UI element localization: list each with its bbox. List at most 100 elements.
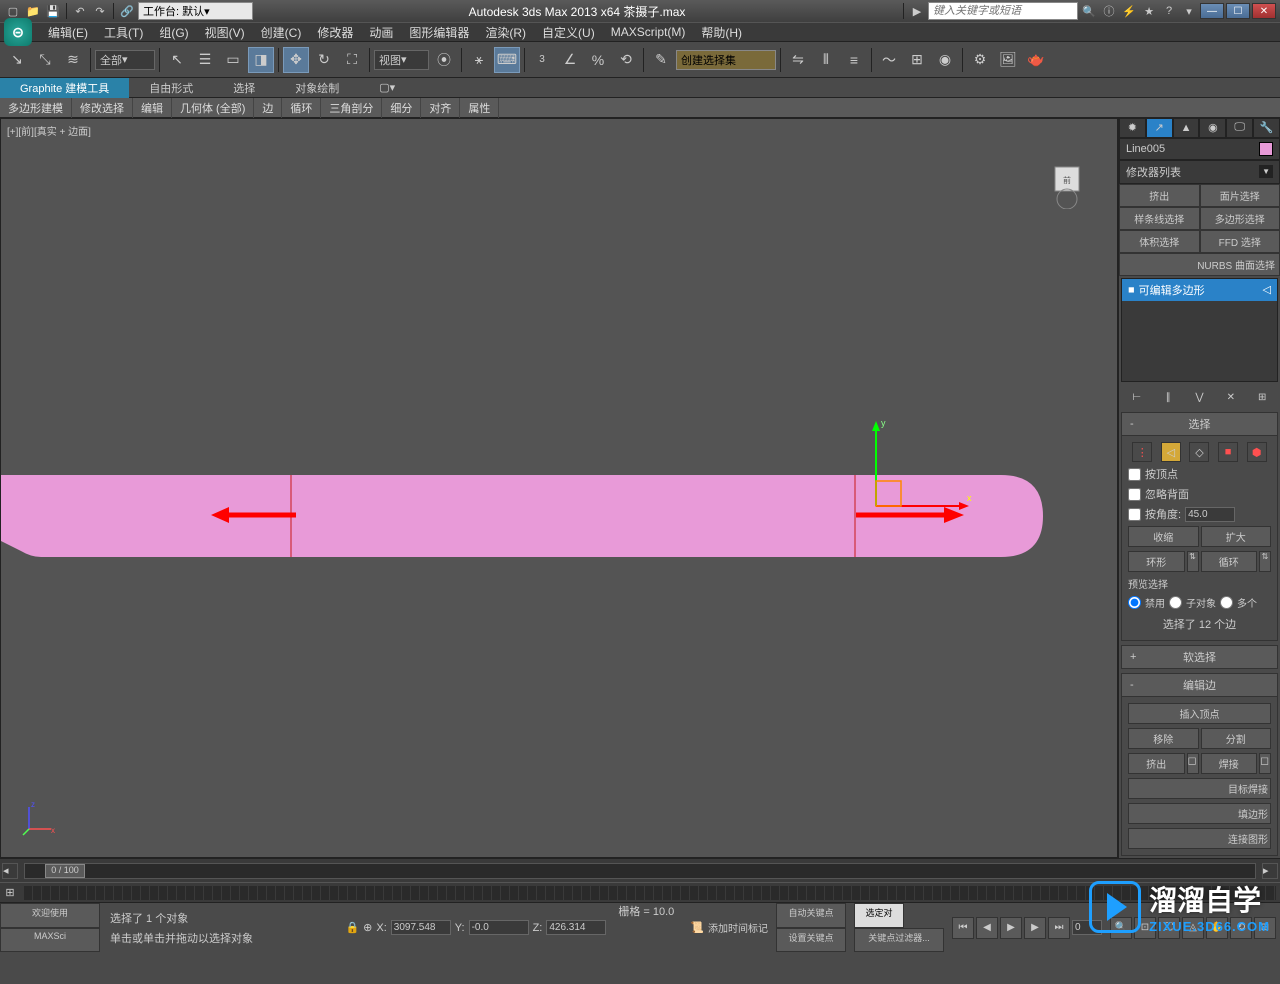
auto-key-button[interactable]: 自动关键点 xyxy=(776,903,846,928)
btn-extrude-edge[interactable]: 挤出 xyxy=(1128,753,1185,774)
goto-end-icon[interactable]: ⏭ xyxy=(1048,917,1070,939)
subobj-edge-icon[interactable]: ◁ xyxy=(1161,442,1181,462)
coord-x-input[interactable] xyxy=(391,920,451,935)
snap-toggle-icon[interactable]: 3 xyxy=(529,47,555,73)
sr-properties[interactable]: 属性 xyxy=(460,98,499,118)
select-link-icon[interactable]: ↘ xyxy=(4,47,30,73)
favorite-icon[interactable]: ★ xyxy=(1140,2,1158,20)
next-frame-icon[interactable]: ▶ xyxy=(1024,917,1046,939)
subobj-polygon-icon[interactable]: ■ xyxy=(1218,442,1238,462)
menu-create[interactable]: 创建(C) xyxy=(253,22,310,43)
unlink-icon[interactable]: ⤡ xyxy=(32,47,58,73)
viewport[interactable]: [+][前][真实 + 边面] 前 y x xyxy=(0,118,1118,858)
timeline-end-icon[interactable]: ▸ xyxy=(1262,863,1278,879)
mod-btn-patch-sel[interactable]: 面片选择 xyxy=(1200,184,1280,207)
check-ignore-back[interactable] xyxy=(1128,488,1141,501)
nav-maximize-icon[interactable]: ⊞ xyxy=(1254,917,1276,939)
select-object-icon[interactable]: ↖ xyxy=(164,47,190,73)
viewcube[interactable]: 前 xyxy=(1037,149,1097,209)
nav-zoom-all-icon[interactable]: ⊡ xyxy=(1134,917,1156,939)
frame-input[interactable] xyxy=(1072,920,1102,935)
configure-icon[interactable]: ⊞ xyxy=(1253,388,1271,406)
rollout-soft-header[interactable]: 软选择 xyxy=(1121,645,1278,669)
selection-filter-dropdown[interactable]: 全部 ▾ xyxy=(95,50,155,70)
render-setup-icon[interactable]: ⚙ xyxy=(967,47,993,73)
nav-orbit-icon[interactable]: ⟲ xyxy=(1230,917,1252,939)
menu-edit[interactable]: 编辑(E) xyxy=(40,22,96,43)
app-icon[interactable]: ⊝ xyxy=(4,18,32,46)
move-icon[interactable]: ✥ xyxy=(283,47,309,73)
display-tab-icon[interactable]: 🖵 xyxy=(1226,118,1253,138)
sr-triangulate[interactable]: 三角剖分 xyxy=(321,98,382,118)
sr-edge[interactable]: 边 xyxy=(254,98,282,118)
coord-mode-icon[interactable]: ⊕ xyxy=(363,921,372,934)
menu-animation[interactable]: 动画 xyxy=(361,22,401,43)
script-icon[interactable]: 📜 xyxy=(690,921,704,934)
radio-disabled[interactable] xyxy=(1128,596,1141,609)
align-icon[interactable]: ⫴ xyxy=(813,47,839,73)
save-file-icon[interactable]: 💾 xyxy=(44,2,62,20)
dropdown-icon[interactable]: ▾ xyxy=(1180,2,1198,20)
render-production-icon[interactable]: 🫖 xyxy=(1023,47,1049,73)
redo-icon[interactable]: ↷ xyxy=(91,2,109,20)
nav-fov-icon[interactable]: ◬ xyxy=(1182,917,1204,939)
maxscript-label[interactable]: MAXSci xyxy=(0,928,100,953)
viewport-label[interactable]: [+][前][真实 + 边面] xyxy=(7,123,91,138)
btn-insert-vertex[interactable]: 插入顶点 xyxy=(1128,703,1271,724)
ring-spinner[interactable]: ⇅ xyxy=(1187,551,1199,572)
btn-ring[interactable]: 环形 xyxy=(1128,551,1185,572)
show-result-icon[interactable]: ∥ xyxy=(1159,388,1177,406)
btn-connect[interactable]: 连接图形 xyxy=(1128,828,1271,849)
goto-start-icon[interactable]: ⏮ xyxy=(952,917,974,939)
menu-modifiers[interactable]: 修改器 xyxy=(309,22,361,43)
comm-icon[interactable]: ⚡ xyxy=(1120,2,1138,20)
create-tab-icon[interactable]: ✹ xyxy=(1119,118,1146,138)
mod-btn-vol-sel[interactable]: 体积选择 xyxy=(1119,230,1200,253)
menu-custom[interactable]: 自定义(U) xyxy=(534,22,603,43)
mod-btn-spline-sel[interactable]: 样条线选择 xyxy=(1119,207,1200,230)
btn-chamfer[interactable]: 填边形 xyxy=(1128,803,1271,824)
motion-tab-icon[interactable]: ◉ xyxy=(1199,118,1226,138)
btn-target-weld[interactable]: 目标焊接 xyxy=(1128,778,1271,799)
modifier-stack[interactable]: 可编辑多边形◁ xyxy=(1121,278,1278,382)
schematic-icon[interactable]: ⊞ xyxy=(904,47,930,73)
lock-icon[interactable]: 🔒 xyxy=(345,921,359,934)
track-config-icon[interactable]: ⊞ xyxy=(0,886,20,899)
sr-poly-model[interactable]: 多边形建模 xyxy=(0,98,72,118)
close-button[interactable]: ✕ xyxy=(1252,3,1276,19)
render-frame-icon[interactable]: 🖼 xyxy=(995,47,1021,73)
scale-icon[interactable]: ⛶ xyxy=(339,47,365,73)
spinner-snap-icon[interactable]: ⟲ xyxy=(613,47,639,73)
radio-subobj[interactable] xyxy=(1169,596,1182,609)
play-icon[interactable]: ▶ xyxy=(1000,917,1022,939)
angle-snap-icon[interactable]: ∠ xyxy=(557,47,583,73)
info-icon[interactable]: ⓘ xyxy=(1100,2,1118,20)
pivot-center-icon[interactable]: ⦿ xyxy=(431,47,457,73)
nav-zoom-icon[interactable]: 🔍 xyxy=(1110,917,1132,939)
ribbon-expand-icon[interactable]: ▢▾ xyxy=(359,79,415,96)
mod-btn-poly-sel[interactable]: 多边形选择 xyxy=(1200,207,1280,230)
btn-remove[interactable]: 移除 xyxy=(1128,728,1199,749)
manipulate-icon[interactable]: ⚹ xyxy=(466,47,492,73)
prev-frame-icon[interactable]: ◀ xyxy=(976,917,998,939)
menu-graph[interactable]: 图形编辑器 xyxy=(401,22,477,43)
timeline-start-icon[interactable]: ◂ xyxy=(2,863,18,879)
rollout-edit-edge-header[interactable]: 编辑边 xyxy=(1121,673,1278,697)
workspace-dropdown[interactable]: 工作台: 默认 ▾ xyxy=(138,2,253,20)
set-key-button[interactable]: 设置关键点 xyxy=(776,928,846,953)
menu-group[interactable]: 组(G) xyxy=(151,22,196,43)
edit-named-sel-icon[interactable]: ✎ xyxy=(648,47,674,73)
layer-manager-icon[interactable]: ≡ xyxy=(841,47,867,73)
key-filter-button[interactable]: 关键点过滤器... xyxy=(854,928,944,953)
btn-weld[interactable]: 焊接 xyxy=(1201,753,1258,774)
modify-tab-icon[interactable]: ↗ xyxy=(1146,118,1173,138)
stack-editable-poly[interactable]: 可编辑多边形◁ xyxy=(1122,279,1277,301)
btn-shrink[interactable]: 收缩 xyxy=(1128,526,1199,547)
mod-btn-nurbs[interactable]: NURBS 曲面选择 xyxy=(1119,253,1280,276)
search-icon[interactable]: 🔍 xyxy=(1080,2,1098,20)
keyboard-shortcut-icon[interactable]: ⌨ xyxy=(494,47,520,73)
utilities-tab-icon[interactable]: 🔧 xyxy=(1253,118,1280,138)
add-time-tag[interactable]: 添加时间标记 xyxy=(708,920,768,935)
link-icon[interactable]: 🔗 xyxy=(118,2,136,20)
time-marker[interactable]: 0 / 100 xyxy=(45,864,85,878)
